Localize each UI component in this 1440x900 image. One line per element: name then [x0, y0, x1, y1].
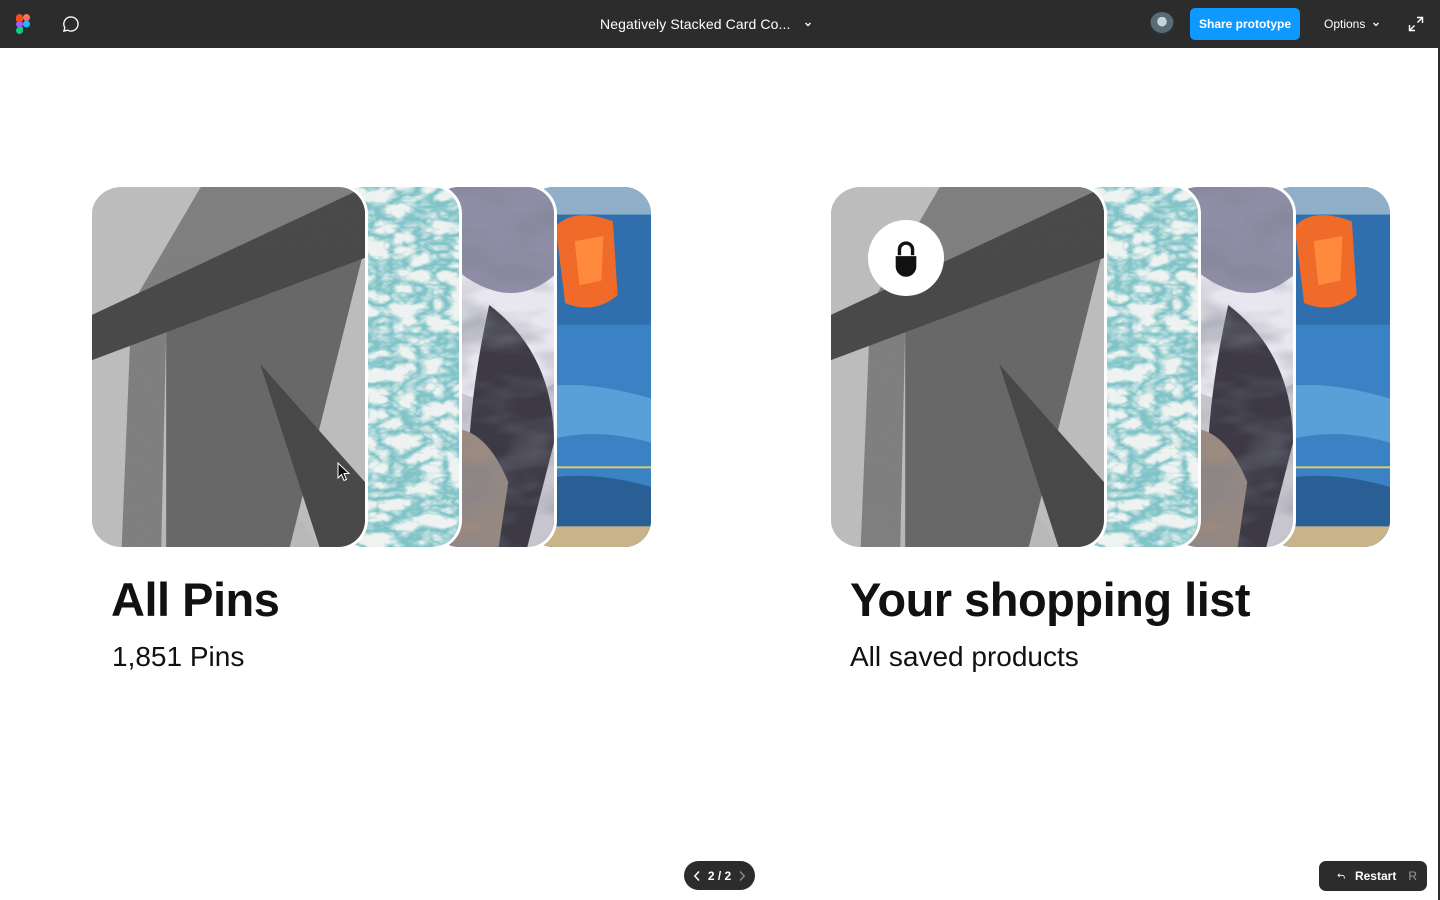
page-indicator: 2 / 2: [707, 868, 732, 883]
board-card-all-pins[interactable]: [92, 184, 654, 550]
file-title-menu[interactable]: Negatively Stacked Card Co...: [600, 0, 814, 48]
chevron-left-icon[interactable]: [692, 870, 702, 882]
chevron-down-icon: [805, 22, 812, 27]
prototype-toolbar: Negatively Stacked Card Co... Share prot…: [0, 0, 1440, 48]
mouse-pointer-icon: [337, 462, 351, 482]
card-image-abstract-gray-shapes: [92, 184, 368, 550]
restart-shortcut: R: [1408, 869, 1417, 883]
chevron-down-icon: [1373, 22, 1380, 27]
share-prototype-button[interactable]: Share prototype: [1190, 8, 1300, 40]
file-title: Negatively Stacked Card Co...: [600, 16, 791, 32]
board-pin-count: 1,851 Pins: [112, 641, 245, 672]
frame-pager: 2 / 2: [684, 861, 755, 890]
board-card-shopping-list[interactable]: [831, 184, 1393, 550]
restart-button[interactable]: Restart R: [1319, 861, 1427, 891]
expand-icon[interactable]: [1406, 14, 1426, 34]
figma-logo-icon[interactable]: [16, 14, 30, 34]
board-title: Your shopping list: [850, 573, 1251, 626]
board-subtitle: All saved products: [850, 641, 1079, 672]
return-arrow-icon: [1337, 873, 1345, 879]
user-avatar[interactable]: [1150, 12, 1174, 36]
options-label: Options: [1324, 17, 1366, 31]
restart-label: Restart: [1354, 869, 1397, 883]
comment-bubble-icon[interactable]: [58, 12, 84, 36]
options-menu[interactable]: Options: [1324, 0, 1381, 48]
lock-icon: [868, 220, 944, 296]
board-title: All Pins: [111, 573, 280, 626]
chevron-right-icon[interactable]: [737, 870, 747, 882]
